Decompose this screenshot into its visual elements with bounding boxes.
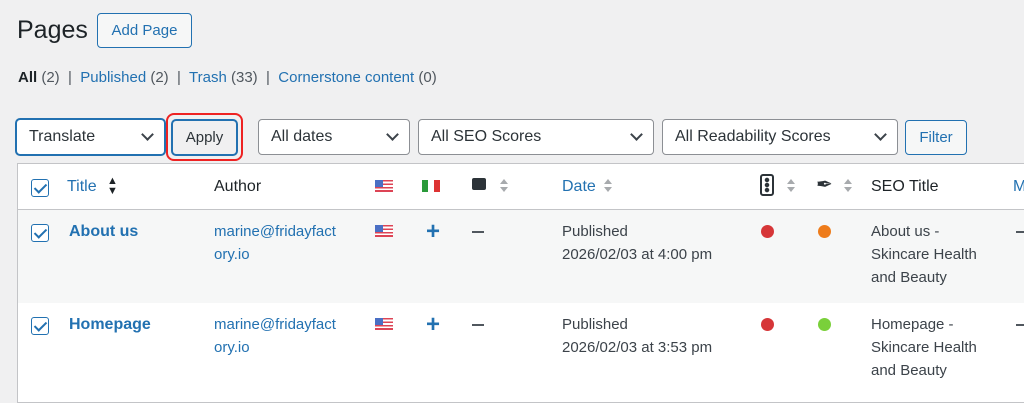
table-header: Title ▲ ▼ Author Date ✒ SEO Title M xyxy=(18,164,1024,210)
table-row: Homepage marine@fridayfact ory.io + Publi… xyxy=(18,303,1024,396)
column-more[interactable]: M xyxy=(1013,178,1024,196)
sort-icon[interactable] xyxy=(787,179,795,193)
date-cell: Published 2026/02/03 at 4:00 pm xyxy=(562,223,713,263)
seo-score-traffic-light-icon[interactable] xyxy=(760,174,774,196)
filter-published[interactable]: Published xyxy=(80,69,146,86)
comments-icon[interactable] xyxy=(472,178,486,190)
chevron-down-icon xyxy=(874,128,887,141)
page-title: Pages xyxy=(17,16,88,44)
page-title-link[interactable]: Homepage xyxy=(69,313,151,336)
add-translation-icon[interactable]: + xyxy=(426,313,440,337)
us-flag-icon xyxy=(375,180,393,192)
author-link[interactable]: marine@fridayfact ory.io xyxy=(214,220,336,266)
status-filter-links: All (2) | Published (2) | Trash (33) | C… xyxy=(18,69,437,86)
empty-dash xyxy=(1016,231,1024,233)
seo-title-cell: Homepage - Skincare Health and Beauty xyxy=(871,316,977,379)
column-author: Author xyxy=(214,178,262,195)
filter-button[interactable]: Filter xyxy=(905,120,967,155)
author-link[interactable]: marine@fridayfact ory.io xyxy=(214,313,336,359)
sort-icon[interactable] xyxy=(844,179,852,193)
readability-select[interactable]: All Readability Scores xyxy=(662,119,898,155)
bulk-action-select[interactable]: Translate xyxy=(16,119,165,155)
readability-score-dot xyxy=(818,225,831,238)
row-checkbox[interactable] xyxy=(31,317,49,335)
filter-all[interactable]: All xyxy=(18,69,37,86)
seo-score-dot xyxy=(761,225,774,238)
seo-score-dot xyxy=(761,318,774,331)
chevron-down-icon xyxy=(386,128,399,141)
add-translation-icon[interactable]: + xyxy=(426,220,440,244)
column-title[interactable]: Title xyxy=(67,178,97,196)
sort-icon[interactable] xyxy=(604,179,612,193)
us-flag-icon[interactable] xyxy=(375,318,393,330)
no-comments-dash xyxy=(472,231,484,233)
table-row: About us marine@fridayfact ory.io + Publi… xyxy=(18,210,1024,303)
italy-flag-icon xyxy=(422,180,440,192)
chevron-down-icon xyxy=(141,128,154,141)
date-cell: Published 2026/02/03 at 3:53 pm xyxy=(562,316,713,356)
chevron-down-icon xyxy=(630,128,643,141)
seo-title-cell: About us - Skincare Health and Beauty xyxy=(871,223,977,286)
sort-icon[interactable] xyxy=(500,179,508,193)
add-page-button[interactable]: Add Page xyxy=(97,13,192,48)
sort-arrows-icon: ▲ ▼ xyxy=(107,175,118,197)
column-date[interactable]: Date xyxy=(562,178,596,196)
seo-score-select[interactable]: All SEO Scores xyxy=(418,119,654,155)
column-seo-title: SEO Title xyxy=(871,178,939,195)
row-checkbox[interactable] xyxy=(31,224,49,242)
filter-cornerstone[interactable]: Cornerstone content xyxy=(278,69,414,86)
pages-table: Title ▲ ▼ Author Date ✒ SEO Title M About… xyxy=(17,163,1024,403)
apply-button[interactable]: Apply xyxy=(172,120,237,155)
empty-dash xyxy=(1016,324,1024,326)
no-comments-dash xyxy=(472,324,484,326)
readability-feather-icon[interactable]: ✒ xyxy=(816,172,833,197)
page-title-link[interactable]: About us xyxy=(69,220,138,243)
select-all-checkbox[interactable] xyxy=(31,179,49,197)
readability-score-dot xyxy=(818,318,831,331)
dates-filter-select[interactable]: All dates xyxy=(258,119,410,155)
us-flag-icon[interactable] xyxy=(375,225,393,237)
filter-trash[interactable]: Trash xyxy=(189,69,227,86)
